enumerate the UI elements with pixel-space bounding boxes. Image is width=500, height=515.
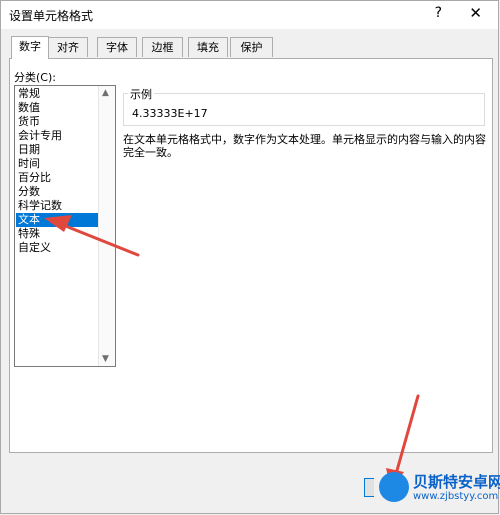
sample-value: 4.33333E+17	[132, 107, 208, 120]
category-item-scientific[interactable]: 科学记数	[16, 199, 98, 213]
category-item-custom[interactable]: 自定义	[16, 241, 98, 255]
tab-protection[interactable]: 保护	[230, 37, 273, 57]
tab-border[interactable]: 边框	[142, 37, 183, 57]
sample-group: 示例 4.33333E+17	[123, 86, 485, 126]
category-label: 分类(C):	[14, 71, 56, 84]
format-cells-dialog: 设置单元格格式 ? ✕ 数字 对齐 字体 边框 填充 保护 分类(C): 常规 …	[0, 0, 499, 514]
category-item-time[interactable]: 时间	[16, 157, 98, 171]
category-item-general[interactable]: 常规	[16, 87, 98, 101]
close-button[interactable]: ✕	[469, 4, 482, 22]
category-item-text[interactable]: 文本	[16, 213, 98, 227]
tab-number[interactable]: 数字	[11, 36, 49, 59]
category-item-percentage[interactable]: 百分比	[16, 171, 98, 185]
sample-label: 示例	[128, 86, 154, 102]
title-bar: 设置单元格格式 ? ✕	[1, 1, 498, 29]
category-item-number[interactable]: 数值	[16, 101, 98, 115]
category-scrollbar[interactable]: ▲ ▼	[98, 86, 115, 366]
format-description: 在文本单元格格式中，数字作为文本处理。单元格显示的内容与输入的内容完全一致。	[123, 133, 486, 159]
category-item-special[interactable]: 特殊	[16, 227, 98, 241]
watermark-url: www.zjbstyy.com	[413, 491, 499, 502]
watermark-name: 贝斯特安卓网	[413, 473, 500, 491]
category-item-fraction[interactable]: 分数	[16, 185, 98, 199]
watermark-logo: 贝斯特安卓网 www.zjbstyy.com	[379, 466, 500, 510]
category-item-currency[interactable]: 货币	[16, 115, 98, 129]
ok-button-partial[interactable]	[364, 478, 374, 497]
tab-alignment[interactable]: 对齐	[48, 37, 88, 57]
tab-font[interactable]: 字体	[97, 37, 137, 57]
watermark-badge-icon	[379, 472, 409, 502]
category-listbox[interactable]: 常规 数值 货币 会计专用 日期 时间 百分比 分数 科学记数 文本 特殊 自定…	[14, 85, 116, 367]
category-item-date[interactable]: 日期	[16, 143, 98, 157]
tab-fill[interactable]: 填充	[188, 37, 228, 57]
scroll-down-icon[interactable]: ▼	[102, 354, 109, 364]
help-button[interactable]: ?	[435, 5, 442, 21]
dialog-title: 设置单元格格式	[9, 9, 94, 23]
category-item-accounting[interactable]: 会计专用	[16, 129, 98, 143]
number-tab-panel: 分类(C): 常规 数值 货币 会计专用 日期 时间 百分比 分数 科学记数 文…	[9, 58, 493, 453]
scroll-up-icon[interactable]: ▲	[102, 88, 109, 98]
